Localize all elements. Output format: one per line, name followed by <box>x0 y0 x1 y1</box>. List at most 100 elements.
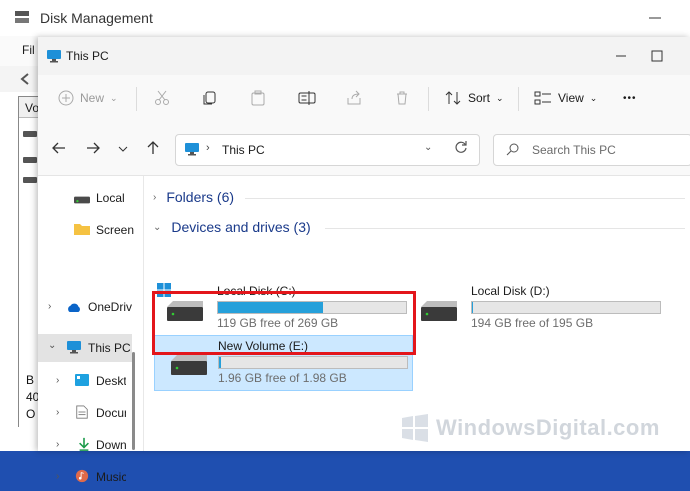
nav-item-local-disk[interactable]: Local <box>38 184 138 212</box>
chevron-right-icon[interactable]: › <box>56 439 59 450</box>
up-arrow-icon[interactable] <box>146 141 160 155</box>
view-icon <box>534 91 551 105</box>
forward-arrow-icon[interactable] <box>86 141 100 155</box>
more-options-button[interactable]: ••• <box>623 87 637 109</box>
search-box[interactable]: Search This PC <box>493 134 690 166</box>
view-label: View <box>558 91 584 105</box>
drive-name: Local Disk (D:) <box>471 284 550 298</box>
drive-free-space: 1.96 GB free of 1.98 GB <box>218 371 347 385</box>
chevron-right-icon: › <box>153 191 157 203</box>
more-icon: ••• <box>623 92 637 104</box>
add-icon <box>58 90 74 106</box>
disk-management-toolbar <box>0 66 40 92</box>
cut-button[interactable] <box>154 87 170 109</box>
drive-icon <box>23 131 37 137</box>
hard-drive-icon <box>421 301 457 321</box>
minimize-icon[interactable] <box>610 45 632 67</box>
onedrive-icon <box>68 303 80 312</box>
trash-icon <box>397 91 407 105</box>
recent-locations-chevron-icon[interactable] <box>118 145 128 153</box>
drive-usage-bar <box>471 301 661 314</box>
divider <box>518 87 519 111</box>
watermark: WindowsDigital.com <box>400 414 660 442</box>
this-pc-icon <box>185 143 199 156</box>
highlight-box <box>152 291 416 355</box>
chevron-right-icon[interactable]: › <box>56 375 59 386</box>
nav-item-screenshots[interactable]: Screen <box>38 216 138 244</box>
group-header-folders[interactable]: › Folders (6) <box>153 189 685 205</box>
nav-item-music[interactable]: › Music <box>38 463 138 491</box>
nav-item-onedrive[interactable]: › OneDriv <box>38 293 138 321</box>
drive-item-d[interactable]: Local Disk (D:) 194 GB free of 195 GB <box>405 280 661 336</box>
search-icon <box>506 143 519 156</box>
rename-button[interactable] <box>298 87 316 109</box>
chevron-down-icon: ⌄ <box>589 92 598 103</box>
rename-icon <box>298 91 316 105</box>
drive-usage-bar <box>218 356 408 369</box>
copy-icon <box>203 91 216 105</box>
sort-label: Sort <box>468 91 491 105</box>
group-header-devices[interactable]: ⌄ Devices and drives (3) <box>153 219 685 235</box>
search-placeholder: Search This PC <box>532 143 616 157</box>
divider <box>245 198 685 199</box>
music-icon <box>75 469 89 483</box>
chevron-right-icon[interactable]: › <box>56 471 59 482</box>
nav-item-documents[interactable]: › Docun <box>38 399 138 427</box>
pane-divider[interactable] <box>143 176 144 451</box>
view-button[interactable]: View ⌄ <box>534 87 597 109</box>
navigation-row: › This PC ⌄ Search This PC <box>38 121 690 176</box>
file-menu[interactable]: Fil <box>22 43 35 57</box>
window-title: This PC <box>66 49 109 63</box>
navigation-scrollbar[interactable] <box>132 352 135 450</box>
address-dropdown-icon[interactable]: ⌄ <box>424 142 432 153</box>
maximize-icon[interactable] <box>646 45 668 67</box>
drive-free-space: 194 GB free of 195 GB <box>471 316 594 330</box>
navigation-pane: Local Screen › OneDriv ⌄ This PC › Deskt… <box>38 176 144 484</box>
divider <box>136 87 137 111</box>
divider <box>428 87 429 111</box>
nav-item-this-pc[interactable]: ⌄ This PC <box>38 334 132 362</box>
this-pc-icon <box>67 341 81 354</box>
new-label: New <box>80 91 105 105</box>
delete-button[interactable] <box>394 87 410 109</box>
watermark-text: WindowsDigital.com <box>436 415 660 440</box>
copy-button[interactable] <box>202 87 218 109</box>
disk-management-menu[interactable]: Fil <box>0 36 40 66</box>
address-bar[interactable]: › This PC ⌄ <box>175 134 480 166</box>
divider <box>325 228 685 229</box>
drive-usage-fill <box>472 302 473 313</box>
chevron-right-icon[interactable]: › <box>56 407 59 418</box>
disk-management-icon <box>15 11 29 23</box>
folder-icon <box>74 224 90 235</box>
watermark-logo-icon <box>402 414 428 442</box>
breadcrumb-this-pc[interactable]: This PC <box>222 143 265 157</box>
minimize-icon[interactable] <box>645 8 665 28</box>
command-bar: New ⌄ Sort ⌄ View ⌄ ••• <box>38 75 690 122</box>
chevron-right-icon[interactable]: › <box>48 301 51 312</box>
new-button[interactable]: New ⌄ <box>58 87 118 109</box>
back-arrow-icon[interactable] <box>52 141 66 155</box>
refresh-icon[interactable] <box>454 140 468 154</box>
disk-management-title: Disk Management <box>40 10 153 26</box>
paste-button[interactable] <box>250 87 266 109</box>
hard-drive-icon <box>171 355 207 375</box>
sort-icon <box>445 91 461 105</box>
chevron-down-icon: ⌄ <box>153 221 162 233</box>
downloads-icon <box>79 437 89 451</box>
disk-management-titlebar: Disk Management <box>0 0 690 36</box>
file-explorer-window: This PC New ⌄ Sort ⌄ View ⌄ ••• › This P… <box>38 37 690 484</box>
drive-icon <box>23 157 37 163</box>
documents-icon <box>76 405 88 419</box>
share-button[interactable] <box>346 87 362 109</box>
paste-icon <box>251 90 265 106</box>
nav-item-downloads[interactable]: › Down <box>38 431 138 459</box>
title-bar: This PC <box>38 37 690 75</box>
this-pc-icon <box>47 50 61 63</box>
drive-usage-fill <box>219 357 221 368</box>
chevron-down-icon[interactable]: ⌄ <box>48 340 56 351</box>
cut-icon <box>155 90 169 105</box>
back-icon[interactable] <box>18 71 34 87</box>
sort-button[interactable]: Sort ⌄ <box>444 87 504 109</box>
breadcrumb-chevron-icon[interactable]: › <box>206 142 210 154</box>
nav-item-desktop[interactable]: › Deskt <box>38 367 138 395</box>
